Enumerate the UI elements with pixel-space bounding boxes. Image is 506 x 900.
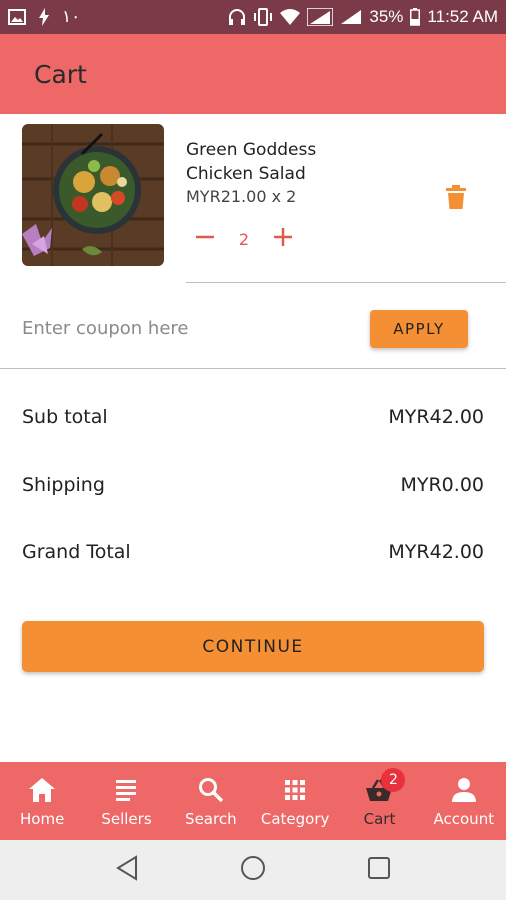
item-divider (186, 282, 506, 283)
basket-icon: 2 (365, 768, 406, 806)
page-title: Cart (34, 59, 87, 89)
headphones-icon (228, 8, 246, 26)
nav-label: Cart (363, 810, 396, 828)
section-divider (0, 368, 506, 369)
grand-total-label: Grand Total (22, 541, 131, 563)
delete-item-button[interactable] (442, 184, 470, 214)
nav-label: Search (185, 810, 237, 828)
cart-badge: 2 (381, 768, 406, 792)
increase-quantity-button[interactable] (268, 224, 298, 254)
app-bar: Cart (0, 34, 506, 114)
minus-icon (194, 226, 216, 252)
item-price: MYR21.00 x 2 (186, 187, 297, 206)
shipping-row: Shipping MYR0.00 (22, 474, 484, 496)
coupon-input[interactable] (22, 308, 322, 348)
subtotal-value: MYR42.00 (388, 406, 484, 428)
back-triangle-icon (115, 855, 139, 885)
nav-cart[interactable]: 2 Cart (337, 762, 421, 840)
signal-icon-2 (340, 9, 362, 25)
person-icon (451, 774, 477, 806)
continue-button[interactable]: CONTINUE (22, 621, 484, 672)
nav-label: Account (433, 810, 495, 828)
grid-icon (284, 774, 306, 806)
nav-label: Sellers (101, 810, 152, 828)
list-icon (114, 774, 138, 806)
grand-total-row: Grand Total MYR42.00 (22, 541, 484, 563)
subtotal-row: Sub total MYR42.00 (22, 406, 484, 428)
system-nav (0, 840, 506, 900)
trash-icon (446, 185, 466, 213)
plus-icon (272, 226, 294, 252)
nav-sellers[interactable]: Sellers (84, 762, 168, 840)
image-icon (8, 9, 26, 25)
cart-item: Green Goddess Chicken Salad MYR21.00 x 2… (0, 114, 506, 284)
home-icon (28, 774, 56, 806)
signal-icon (307, 8, 334, 26)
nav-account[interactable]: Account (422, 762, 506, 840)
recents-square-icon (367, 856, 391, 884)
grand-total-value: MYR42.00 (388, 541, 484, 563)
status-bar: ١٠ 35% 11:52 AM (0, 0, 506, 34)
bottom-nav: Home Sellers Search Category 2 Cart Acco… (0, 762, 506, 840)
vibrate-icon (253, 8, 273, 26)
quantity-stepper: 2 (190, 224, 298, 254)
nav-search[interactable]: Search (169, 762, 253, 840)
battery-percent: 35% (369, 7, 404, 26)
nav-label: Category (260, 810, 330, 828)
subtotal-label: Sub total (22, 406, 108, 428)
clock: 11:52 AM (427, 7, 498, 26)
wifi-icon (280, 9, 301, 25)
battery-icon (410, 8, 421, 26)
decrease-quantity-button[interactable] (190, 224, 220, 254)
shipping-value: MYR0.00 (400, 474, 484, 496)
status-left-text: ١٠ (62, 7, 81, 26)
salad-image[interactable] (22, 124, 164, 266)
home-circle-icon (240, 855, 266, 885)
shipping-label: Shipping (22, 474, 105, 496)
flash-icon (38, 8, 50, 26)
search-icon (198, 774, 224, 806)
item-name: Green Goddess Chicken Salad (186, 140, 317, 184)
nav-home[interactable]: Home (0, 762, 84, 840)
quantity-value: 2 (238, 229, 250, 249)
recents-button[interactable] (364, 855, 394, 885)
nav-label: Home (20, 810, 65, 828)
nav-category[interactable]: Category (253, 762, 337, 840)
home-button[interactable] (238, 855, 268, 885)
apply-coupon-button[interactable]: APPLY (370, 310, 468, 348)
back-button[interactable] (112, 855, 142, 885)
coupon-row: APPLY (0, 290, 506, 368)
